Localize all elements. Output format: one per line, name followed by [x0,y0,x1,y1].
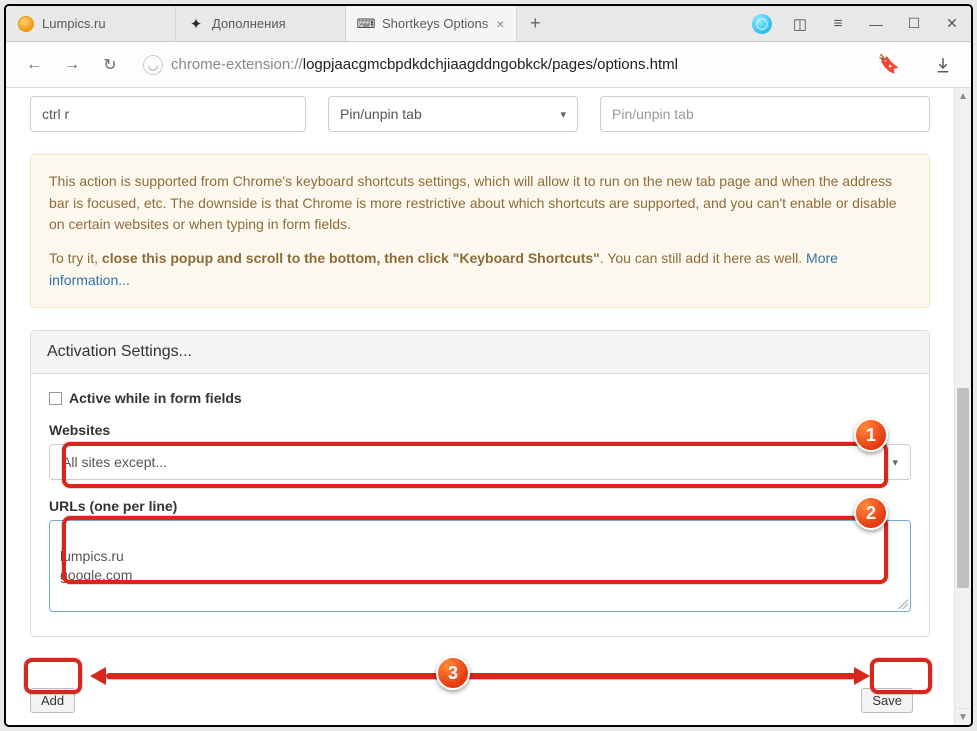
tab-label: Shortkeys Options [382,16,488,31]
vertical-scrollbar[interactable]: ▲ ▼ [954,88,971,725]
footer-buttons: Add Save [30,688,913,713]
bookmarks-panel-icon[interactable]: ◫ [781,6,819,42]
urls-label: URLs (one per line) [49,498,911,514]
page-viewport: ctrl r Pin/unpin tab Pin/unpin tab This … [6,88,971,725]
new-tab-button[interactable]: + [517,6,553,41]
tab-shortkeys-options[interactable]: ⌨ Shortkeys Options × [346,6,517,41]
address-bar[interactable]: ◡ chrome-extension://logpjaacgmcbpdkdchj… [134,48,909,82]
browser-tab-bar: Lumpics.ru ✦ Дополнения ⌨ Shortkeys Opti… [6,6,971,42]
shortcut-config-row: ctrl r Pin/unpin tab Pin/unpin tab [30,96,930,132]
activation-settings-panel: Activation Settings... Active while in f… [30,330,930,637]
label-input-placeholder: Pin/unpin tab [612,106,694,122]
url-text: chrome-extension://logpjaacgmcbpdkdchjia… [171,56,870,73]
menu-icon[interactable]: ≡ [819,6,857,42]
back-button[interactable]: ← [20,51,48,79]
scrollbar-thumb[interactable] [957,388,969,588]
site-identity-icon: ◡ [143,55,163,75]
extension-indicator-icon[interactable]: ◯ [743,6,781,42]
alert-paragraph-1: This action is supported from Chrome's k… [49,171,911,236]
downloads-icon[interactable] [929,51,957,79]
checkbox-icon[interactable] [49,392,62,405]
urls-textarea-value: lumpics.ru google.com [60,548,132,583]
tab-lumpics[interactable]: Lumpics.ru [6,6,176,41]
bookmark-icon[interactable]: 🔖 [878,54,900,75]
minimize-button[interactable]: — [857,6,895,42]
keyboard-icon: ⌨ [358,16,374,32]
address-bar-row: ← → ↻ ◡ chrome-extension://logpjaacgmcbp… [6,42,971,88]
shortcut-input-value: ctrl r [42,106,69,122]
behavior-select[interactable]: Pin/unpin tab [328,96,578,132]
save-button[interactable]: Save [861,688,913,713]
panel-title[interactable]: Activation Settings... [31,331,929,374]
tab-label: Lumpics.ru [42,16,106,31]
add-button[interactable]: Add [30,688,75,713]
websites-label: Websites [49,422,911,438]
active-in-form-fields-label: Active while in form fields [69,390,242,406]
maximize-button[interactable]: ☐ [895,6,933,42]
websites-select-value: All sites except... [62,454,167,470]
scroll-up-icon[interactable]: ▲ [955,88,971,105]
close-tab-icon[interactable]: × [496,16,504,32]
puzzle-icon: ✦ [188,16,204,32]
scroll-down-icon[interactable]: ▼ [955,708,971,725]
behavior-select-value: Pin/unpin tab [340,106,422,122]
chrome-shortcuts-alert: This action is supported from Chrome's k… [30,154,930,308]
alert-paragraph-2: To try it, close this popup and scroll t… [49,248,911,291]
urls-textarea[interactable]: lumpics.ru google.com [49,520,911,612]
forward-button[interactable]: → [58,51,86,79]
label-input[interactable]: Pin/unpin tab [600,96,930,132]
shortcut-input[interactable]: ctrl r [30,96,306,132]
reload-button[interactable]: ↻ [96,51,124,79]
lumpics-favicon-icon [18,16,34,32]
active-in-form-fields-row[interactable]: Active while in form fields [49,390,911,406]
close-window-button[interactable]: ✕ [933,6,971,42]
tab-label: Дополнения [212,16,286,31]
tab-extensions[interactable]: ✦ Дополнения [176,6,346,41]
resize-handle-icon[interactable] [898,599,908,609]
window-controls: ◯ ◫ ≡ — ☐ ✕ [743,6,971,41]
websites-select[interactable]: All sites except... [49,444,911,480]
